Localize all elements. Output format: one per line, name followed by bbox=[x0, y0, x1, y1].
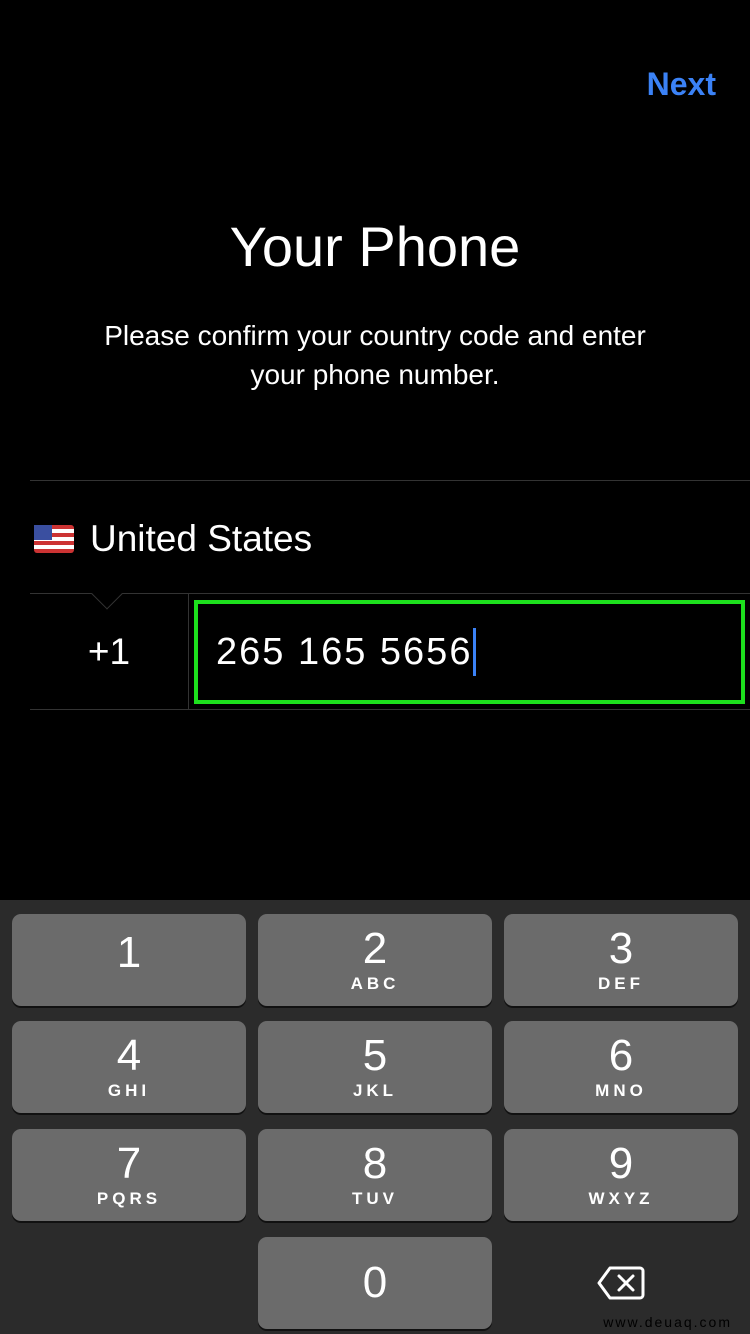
key-digit: 8 bbox=[362, 1139, 388, 1188]
phone-number-value: 265 165 5656 bbox=[216, 630, 473, 673]
next-button[interactable]: Next bbox=[647, 66, 716, 103]
page-title: Your Phone bbox=[229, 215, 521, 278]
key-digit: 5 bbox=[362, 1031, 388, 1080]
divider bbox=[30, 709, 750, 710]
key-digit: 7 bbox=[116, 1139, 142, 1188]
key-2[interactable]: 2 ABC bbox=[258, 914, 492, 1006]
key-letters: DEF bbox=[598, 974, 644, 993]
numeric-keyboard: 1 2 ABC 3 DEF 4 GHI 5 JKL 6 MNO 7 PQRS 8 TUV 9 WXYZ 0 www… bbox=[0, 900, 750, 1334]
key-letters: PQRS bbox=[96, 1189, 162, 1208]
divider bbox=[30, 480, 750, 481]
watermark: www.deuaq.com bbox=[603, 1314, 732, 1330]
phone-number-input[interactable]: 265 165 5656 bbox=[194, 600, 745, 704]
key-3[interactable]: 3 DEF bbox=[504, 914, 738, 1006]
key-4[interactable]: 4 GHI bbox=[12, 1021, 246, 1113]
key-9[interactable]: 9 WXYZ bbox=[504, 1129, 738, 1221]
key-5[interactable]: 5 JKL bbox=[258, 1021, 492, 1113]
country-selector[interactable]: United States bbox=[34, 518, 312, 560]
backspace-icon bbox=[597, 1266, 645, 1300]
key-1[interactable]: 1 bbox=[12, 914, 246, 1006]
key-6[interactable]: 6 MNO bbox=[504, 1021, 738, 1113]
key-digit: 2 bbox=[362, 924, 388, 973]
key-letters: WXYZ bbox=[588, 1189, 654, 1208]
key-letters: GHI bbox=[107, 1081, 151, 1100]
country-name: United States bbox=[90, 518, 313, 559]
key-8[interactable]: 8 TUV bbox=[258, 1129, 492, 1221]
text-caret bbox=[473, 628, 477, 676]
key-letters: MNO bbox=[595, 1081, 647, 1100]
country-code: +1 bbox=[87, 630, 131, 672]
key-digit: 6 bbox=[608, 1031, 634, 1080]
key-digit: 1 bbox=[116, 928, 142, 977]
divider bbox=[188, 594, 189, 709]
key-7[interactable]: 7 PQRS bbox=[12, 1129, 246, 1221]
us-flag-icon bbox=[34, 525, 74, 553]
country-code-field[interactable]: +1 bbox=[30, 594, 188, 709]
key-digit: 3 bbox=[608, 924, 634, 973]
key-letters: TUV bbox=[352, 1189, 398, 1208]
key-digit: 4 bbox=[116, 1031, 142, 1080]
key-digit: 9 bbox=[608, 1139, 634, 1188]
key-digit: 0 bbox=[362, 1258, 388, 1307]
key-0[interactable]: 0 bbox=[258, 1237, 492, 1329]
key-letters: ABC bbox=[350, 974, 400, 993]
key-letters: JKL bbox=[352, 1081, 398, 1100]
page-subtitle: Please confirm your country code and ent… bbox=[104, 320, 646, 390]
